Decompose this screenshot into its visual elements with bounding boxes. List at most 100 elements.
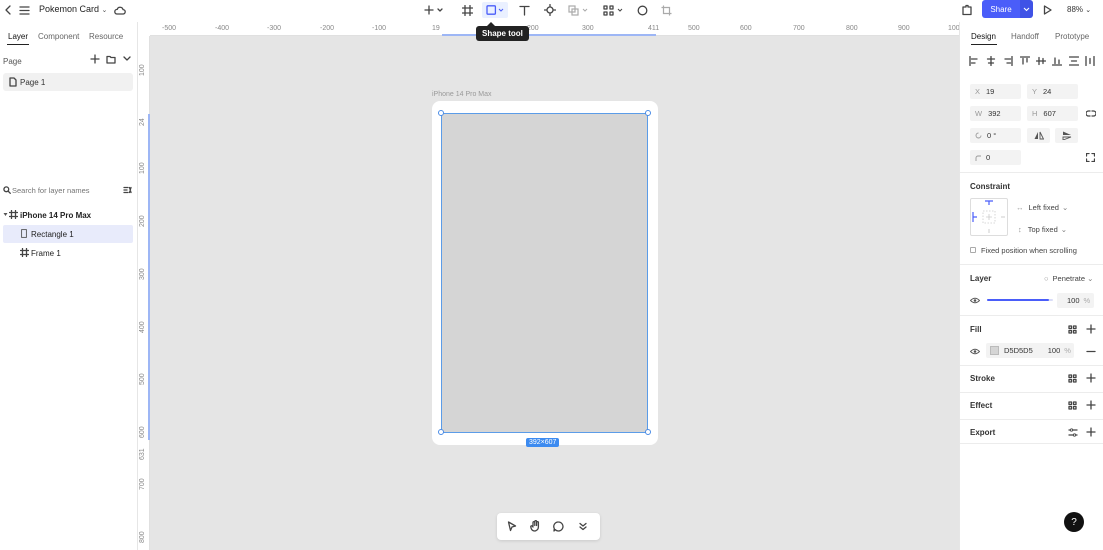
eye-icon[interactable] (970, 297, 980, 304)
flip-horizontal-button[interactable] (1027, 128, 1050, 143)
page-item[interactable]: Page 1 (3, 73, 133, 91)
layer-item-frame-1[interactable]: Frame 1 (0, 244, 137, 262)
x-field-value: 19 (986, 87, 995, 96)
export-settings-icon[interactable] (1068, 428, 1078, 437)
share-button[interactable]: Share (982, 0, 1020, 18)
style-grid-icon[interactable] (1068, 374, 1077, 383)
add-export-icon[interactable] (1086, 427, 1096, 437)
caret-down-icon[interactable] (3, 212, 8, 217)
filter-icon[interactable] (123, 186, 132, 194)
plugin-icon[interactable] (960, 2, 974, 18)
horizontal-constraint-select[interactable]: ↔ Left fixed ⌄ (1016, 203, 1068, 212)
height-field[interactable]: H 607 (1027, 106, 1078, 121)
flip-vertical-button[interactable] (1055, 128, 1078, 143)
add-tool-button[interactable] (423, 2, 445, 18)
y-field[interactable]: Y 24 (1027, 84, 1078, 99)
align-top-icon[interactable] (1020, 56, 1030, 66)
add-page-icon[interactable] (90, 54, 100, 64)
fixed-position-checkbox[interactable] (970, 247, 976, 253)
tab-handoff[interactable]: Handoff (1011, 32, 1039, 41)
shape-tool-button[interactable] (482, 2, 508, 18)
rotation-field[interactable]: 0 ° (970, 128, 1021, 143)
layer-opacity-field[interactable]: 100 % (1057, 293, 1094, 308)
move-cursor-icon[interactable] (507, 521, 517, 532)
text-tool-icon[interactable] (517, 2, 531, 18)
add-fill-icon[interactable] (1086, 324, 1096, 334)
zoom-level[interactable]: 88% ⌄ (1067, 5, 1091, 14)
align-left-icon[interactable] (969, 56, 979, 66)
mask-tool-button[interactable] (602, 2, 626, 18)
folder-icon[interactable] (106, 55, 116, 64)
ruler-tick-label: -400 (215, 25, 230, 32)
layer-opacity-slider[interactable] (987, 299, 1053, 301)
tab-design[interactable]: Design (971, 32, 996, 41)
back-icon[interactable] (2, 2, 14, 18)
width-field[interactable]: W 392 (970, 106, 1021, 121)
constraint-widget[interactable] (970, 198, 1008, 236)
layer-search[interactable] (0, 182, 137, 198)
file-title[interactable]: Pokemon Card ⌄ (39, 4, 107, 14)
expand-more-icon[interactable] (579, 522, 587, 531)
align-center-horizontal-icon[interactable] (986, 56, 996, 66)
frame-tool-icon[interactable] (460, 2, 474, 18)
tab-prototype[interactable]: Prototype (1055, 32, 1089, 41)
fill-color-field[interactable]: D5D5D5 100 % (986, 343, 1074, 358)
comment-icon[interactable] (553, 521, 564, 532)
tab-resource[interactable]: Resource (89, 32, 123, 41)
top-toolbar: Pokemon Card ⌄ Share 88% ⌄ (0, 0, 1103, 22)
divider (960, 392, 1103, 393)
layer-item-iphone-frame[interactable]: iPhone 14 Pro Max (0, 206, 137, 224)
remove-fill-icon[interactable] (1086, 350, 1096, 353)
link-proportions-icon[interactable] (1086, 110, 1096, 117)
resize-handle-top-right[interactable] (645, 110, 651, 116)
size-badge: 392×607 (526, 438, 560, 447)
vertical-constraint-select[interactable]: ↕ Top fixed ⌄ (1018, 225, 1067, 234)
add-effect-icon[interactable] (1086, 400, 1096, 410)
play-preview-icon[interactable] (1041, 2, 1053, 18)
boolean-tool-button[interactable] (567, 2, 591, 18)
style-grid-icon[interactable] (1068, 325, 1077, 334)
resize-handle-bottom-left[interactable] (438, 429, 444, 435)
flip-horizontal-icon (1034, 131, 1044, 140)
share-dropdown-button[interactable] (1020, 0, 1033, 18)
align-center-vertical-icon[interactable] (1036, 56, 1046, 66)
blend-mode-icon: ○ (1044, 274, 1049, 283)
x-field[interactable]: X 19 (970, 84, 1021, 99)
vertical-constraint-value: Top fixed (1027, 225, 1058, 234)
ruler-selection-range (442, 34, 656, 36)
canvas[interactable]: -500 -400 -300 -200 -100 19 200 300 411 … (138, 22, 959, 550)
resize-handle-bottom-right[interactable] (645, 429, 651, 435)
distribute-horizontal-icon[interactable] (1085, 56, 1095, 66)
rectangle-1[interactable] (441, 113, 648, 433)
divider (960, 443, 1103, 444)
chevron-down-icon: ⌄ (1087, 274, 1094, 283)
layer-item-rectangle[interactable]: Rectangle 1 (3, 225, 133, 243)
layer-search-input[interactable] (12, 184, 112, 196)
resize-handle-top-left[interactable] (438, 110, 444, 116)
style-grid-icon[interactable] (1068, 401, 1077, 410)
collapse-pages-icon[interactable] (123, 56, 131, 62)
help-button[interactable]: ? (1064, 512, 1084, 532)
blend-mode-select[interactable]: ○ Penetrate ⌄ (1044, 274, 1093, 283)
chevron-down-icon: ⌄ (1060, 225, 1068, 234)
eye-icon[interactable] (970, 348, 980, 355)
hand-tool-icon[interactable] (530, 520, 541, 532)
corner-radius-field[interactable]: 0 (970, 150, 1021, 165)
ellipse-tool-icon[interactable] (635, 2, 649, 18)
crop-tool-icon[interactable] (659, 2, 673, 18)
tab-layer[interactable]: Layer (8, 32, 28, 41)
distribute-vertical-icon[interactable] (1069, 56, 1079, 66)
ruler-tick-label: 600 (740, 25, 752, 32)
chevron-down-icon (1023, 7, 1030, 11)
align-right-icon[interactable] (1003, 56, 1013, 66)
align-bottom-icon[interactable] (1052, 56, 1062, 66)
layer-opacity-slider-fill (987, 299, 1049, 301)
fill-color-swatch[interactable] (990, 346, 999, 355)
hamburger-menu-icon[interactable] (17, 2, 31, 18)
tab-component[interactable]: Component (38, 32, 79, 41)
height-field-label: H (1032, 109, 1038, 118)
frame-label[interactable]: iPhone 14 Pro Max (432, 91, 492, 98)
component-tool-icon[interactable] (543, 2, 557, 18)
independent-corners-icon[interactable] (1086, 153, 1095, 162)
add-stroke-icon[interactable] (1086, 373, 1096, 383)
